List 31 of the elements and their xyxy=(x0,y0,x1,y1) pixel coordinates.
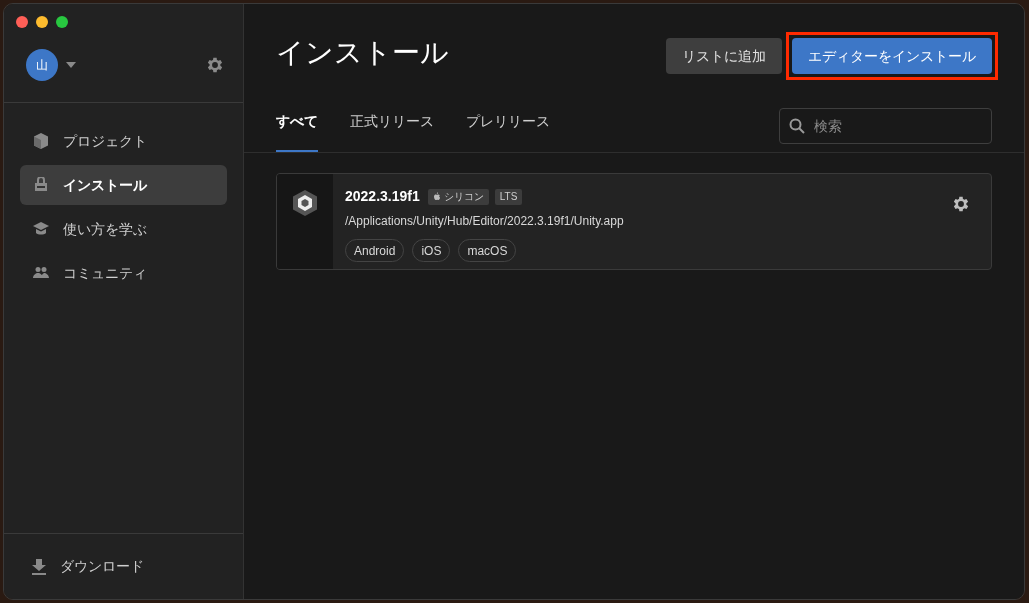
sidebar-item[interactable]: インストール xyxy=(20,165,227,205)
settings-icon[interactable] xyxy=(205,55,225,75)
dropdown-caret-icon[interactable] xyxy=(66,62,76,68)
zoom-window-button[interactable] xyxy=(56,16,68,28)
tab[interactable]: すべて xyxy=(276,111,318,152)
graduation-cap-icon xyxy=(33,221,49,237)
cube-icon xyxy=(33,133,49,149)
download-link[interactable]: ダウンロード xyxy=(60,556,144,577)
search-icon xyxy=(789,118,805,134)
sidebar-item[interactable]: コミュニティ xyxy=(20,253,227,293)
page-title: インストール xyxy=(276,36,449,70)
install-editor-button[interactable]: エディターをインストール xyxy=(792,38,992,74)
close-window-button[interactable] xyxy=(16,16,28,28)
lock-icon xyxy=(33,177,49,193)
add-to-list-button[interactable]: リストに追加 xyxy=(666,38,782,74)
people-icon xyxy=(33,265,49,281)
apple-silicon-tag: シリコン xyxy=(427,188,489,205)
settings-icon[interactable] xyxy=(951,194,971,214)
sidebar-item[interactable]: プロジェクト xyxy=(20,121,227,161)
unity-logo-icon xyxy=(293,190,317,216)
minimize-window-button[interactable] xyxy=(36,16,48,28)
apple-icon xyxy=(432,192,441,201)
version-label: 2022.3.19f1 xyxy=(345,187,420,206)
sidebar-item[interactable]: 使い方を学ぶ xyxy=(20,209,227,249)
tab[interactable]: 正式リリース xyxy=(350,111,434,152)
download-icon xyxy=(32,558,46,575)
tab[interactable]: プレリリース xyxy=(466,111,550,152)
install-path: /Applications/Unity/Hub/Editor/2022.3.19f1/Unity.app xyxy=(345,213,625,230)
search-field[interactable]: 検索 xyxy=(779,108,992,144)
lts-tag: LTS xyxy=(494,188,523,205)
user-avatar[interactable]: 山 xyxy=(26,49,58,81)
